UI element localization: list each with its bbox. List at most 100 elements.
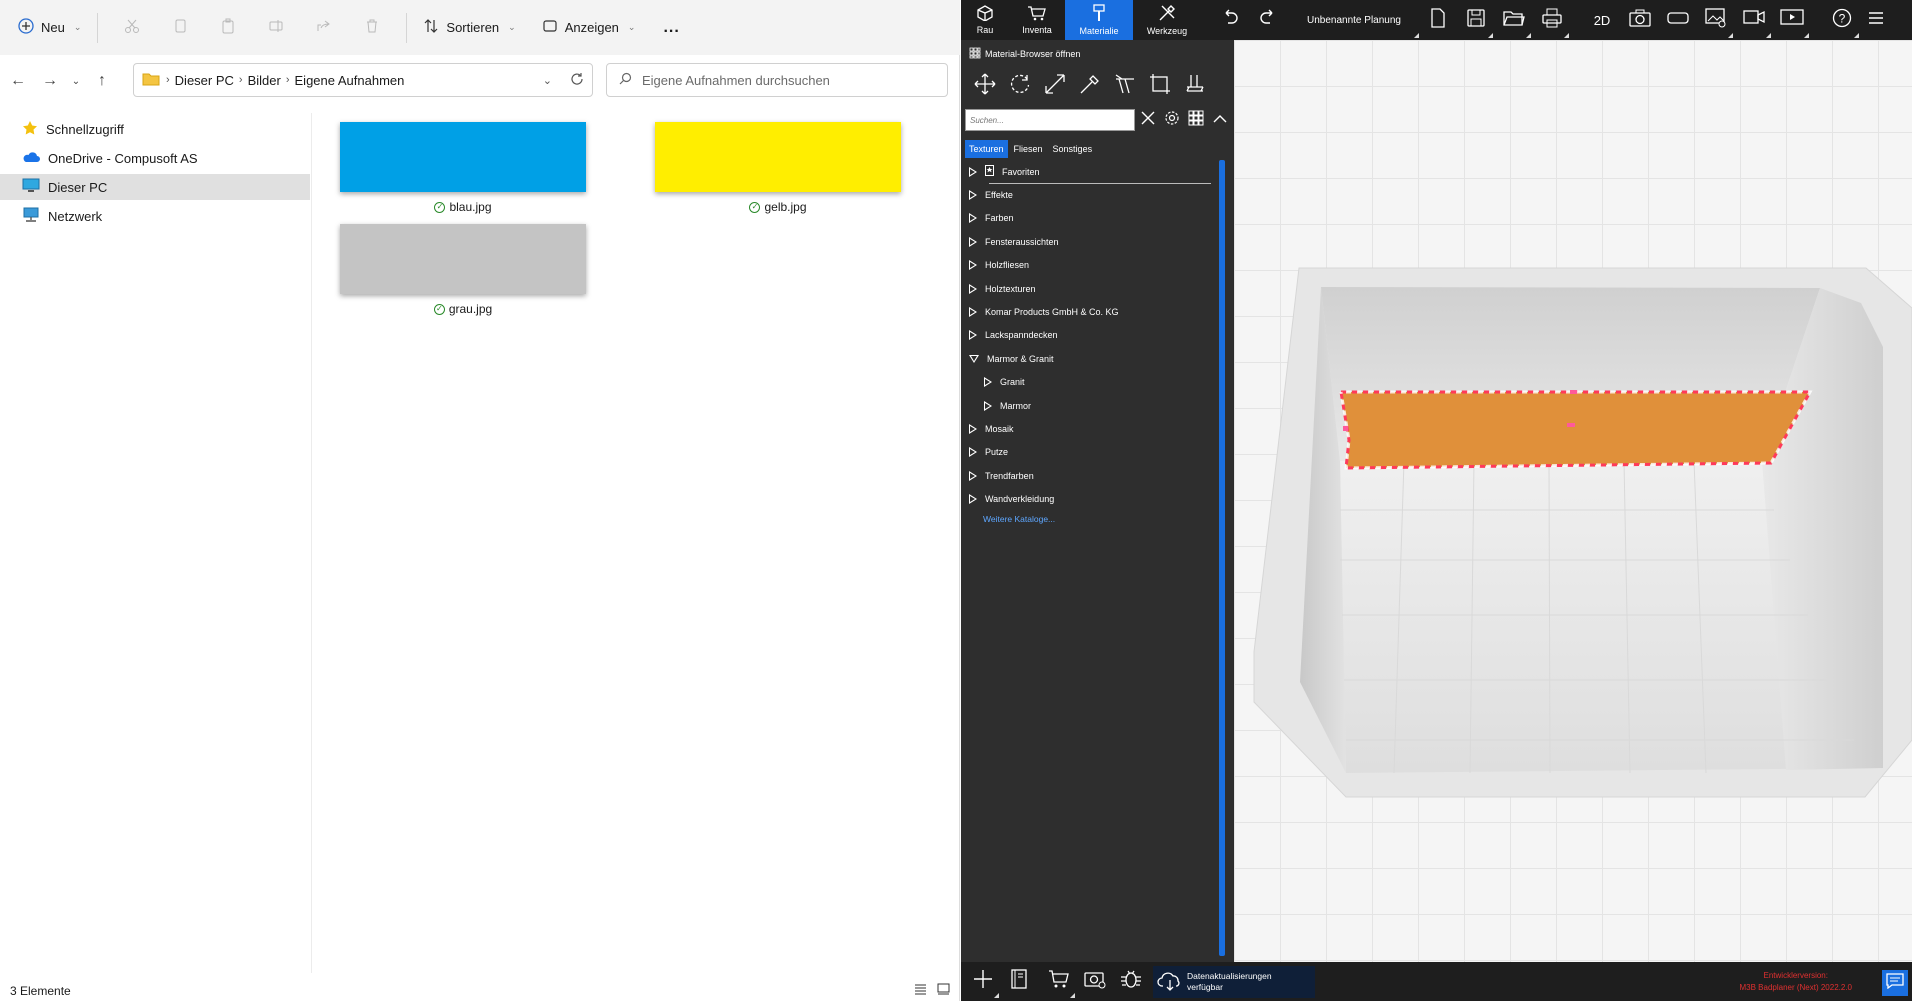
search-settings-button[interactable]: [1161, 109, 1183, 131]
new-plan-button[interactable]: [1419, 0, 1457, 40]
tab-texturen[interactable]: Texturen: [965, 140, 1008, 158]
file-item-grau[interactable]: ✓ grau.jpg: [340, 224, 586, 316]
rename-button[interactable]: [252, 10, 300, 46]
video-render-button[interactable]: [1735, 0, 1773, 40]
nav-item-onedrive[interactable]: OneDrive - Compusoft AS: [0, 145, 310, 171]
tree-item-trendfarben[interactable]: Trendfarben: [969, 464, 1219, 487]
menu-button[interactable]: [1861, 0, 1891, 40]
vr-button[interactable]: [1659, 0, 1697, 40]
expand-triangle-icon[interactable]: [969, 213, 977, 224]
plan-name-button[interactable]: Unbenannte Planung: [1299, 15, 1419, 38]
up-button[interactable]: ↑: [86, 65, 118, 97]
print-button[interactable]: [1533, 0, 1571, 40]
presentation-button[interactable]: [1773, 0, 1811, 40]
address-history-chevron-icon[interactable]: ⌄: [543, 74, 552, 87]
open-material-browser-button[interactable]: Material-Browser öffnen: [961, 46, 1233, 62]
breadcrumb-dieser-pc[interactable]: Dieser PC: [175, 73, 234, 88]
camera-settings-button[interactable]: [1077, 964, 1113, 1000]
expand-triangle-icon[interactable]: [969, 494, 977, 505]
open-button[interactable]: [1495, 0, 1533, 40]
share-button[interactable]: [300, 10, 348, 46]
tree-item-putze[interactable]: Putze: [969, 441, 1219, 464]
catalog-button[interactable]: [1001, 964, 1037, 1000]
expand-triangle-icon[interactable]: [984, 400, 992, 411]
grid-view-button[interactable]: [1185, 109, 1207, 131]
rotate-tool-button[interactable]: [1002, 71, 1037, 101]
clear-search-button[interactable]: [1137, 109, 1159, 131]
move-tool-button[interactable]: [967, 71, 1002, 101]
expand-triangle-icon[interactable]: [969, 330, 977, 341]
selection-handle[interactable]: [1570, 390, 1577, 394]
expand-triangle-icon[interactable]: [969, 190, 977, 201]
nav-item-netzwerk[interactable]: Netzwerk: [0, 203, 310, 229]
more-options-button[interactable]: ...: [657, 10, 685, 46]
tab-inventar[interactable]: Inventa: [1009, 0, 1065, 40]
tab-materialien[interactable]: Materialie: [1065, 0, 1133, 40]
expand-triangle-icon[interactable]: [969, 166, 977, 177]
breadcrumb-eigene-aufnahmen[interactable]: Eigene Aufnahmen: [295, 73, 405, 88]
expand-triangle-icon[interactable]: [969, 307, 977, 318]
collapse-triangle-icon[interactable]: [969, 354, 979, 363]
tree-item-effekte[interactable]: Effekte: [969, 183, 1219, 206]
file-item-blau[interactable]: ✓ blau.jpg: [340, 122, 586, 214]
tab-sonstiges[interactable]: Sonstiges: [1049, 140, 1097, 158]
selected-wall-area[interactable]: [1341, 392, 1810, 468]
view-button[interactable]: Anzeigen ⌄: [536, 10, 642, 46]
sort-button[interactable]: Sortieren ⌄: [417, 10, 521, 46]
selection-handle[interactable]: [1343, 426, 1348, 431]
chat-button[interactable]: [1882, 970, 1908, 996]
image-render-button[interactable]: [1697, 0, 1735, 40]
collapse-button[interactable]: [1209, 109, 1231, 131]
tree-item-lackspanndecken[interactable]: Lackspanndecken: [969, 324, 1219, 347]
camera-button[interactable]: [1621, 0, 1659, 40]
tiles-view-icon[interactable]: [937, 982, 950, 998]
tab-werkzeug[interactable]: Werkzeug: [1133, 0, 1201, 40]
area-tool-button[interactable]: [1142, 71, 1177, 101]
expand-triangle-icon[interactable]: [969, 283, 977, 294]
back-button[interactable]: ←: [2, 65, 34, 97]
search-input[interactable]: Eigene Aufnahmen durchsuchen: [606, 63, 948, 97]
selection-handle[interactable]: [1567, 423, 1575, 427]
tree-scrollbar[interactable]: [1219, 160, 1225, 956]
tree-item-favoriten[interactable]: Favoriten: [969, 160, 1219, 183]
texture-align-tool-button[interactable]: [1107, 71, 1142, 101]
copy-button[interactable]: [156, 10, 204, 46]
new-button[interactable]: Neu ⌄: [12, 10, 87, 46]
tab-fliesen[interactable]: Fliesen: [1010, 140, 1047, 158]
shopping-cart-button[interactable]: [1041, 964, 1077, 1000]
data-updates-button[interactable]: Datenaktualisierungen verfügbar: [1153, 965, 1315, 998]
breadcrumb-bilder[interactable]: Bilder: [248, 73, 281, 88]
expand-triangle-icon[interactable]: [969, 447, 977, 458]
tree-item-granit[interactable]: Granit: [969, 371, 1219, 394]
help-button[interactable]: ?: [1823, 0, 1861, 40]
tree-item-farben[interactable]: Farben: [969, 207, 1219, 230]
view-2d-button[interactable]: 2D: [1583, 0, 1621, 40]
add-button[interactable]: [965, 964, 1001, 1000]
floor-tool-button[interactable]: [1177, 71, 1212, 101]
tree-item-marmor-granit[interactable]: Marmor & Granit: [969, 347, 1219, 370]
save-button[interactable]: [1457, 0, 1495, 40]
debug-button[interactable]: [1113, 964, 1149, 1000]
expand-triangle-icon[interactable]: [969, 260, 977, 271]
expand-triangle-icon[interactable]: [969, 423, 977, 434]
expand-triangle-icon[interactable]: [969, 236, 977, 247]
3d-viewport[interactable]: [1234, 40, 1912, 962]
tree-item-komar[interactable]: Komar Products GmbH & Co. KG: [969, 300, 1219, 323]
tree-item-mosaik[interactable]: Mosaik: [969, 417, 1219, 440]
material-search-input[interactable]: Suchen...: [965, 109, 1135, 131]
delete-button[interactable]: [348, 10, 396, 46]
expand-triangle-icon[interactable]: [969, 470, 977, 481]
paste-button[interactable]: [204, 10, 252, 46]
recent-locations-button[interactable]: ⌄: [66, 65, 86, 97]
file-item-gelb[interactable]: ✓ gelb.jpg: [655, 122, 901, 214]
more-catalogs-link[interactable]: Weitere Kataloge...: [969, 514, 1219, 524]
redo-button[interactable]: [1249, 0, 1287, 40]
pipette-tool-button[interactable]: [1072, 71, 1107, 101]
tab-raum[interactable]: Rau: [961, 0, 1009, 40]
undo-button[interactable]: [1211, 0, 1249, 40]
forward-button[interactable]: →: [34, 65, 66, 97]
cut-button[interactable]: [108, 10, 156, 46]
tree-item-fensteraussichten[interactable]: Fensteraussichten: [969, 230, 1219, 253]
nav-item-schnellzugriff[interactable]: Schnellzugriff: [0, 116, 310, 142]
tree-item-holzfliesen[interactable]: Holzfliesen: [969, 254, 1219, 277]
